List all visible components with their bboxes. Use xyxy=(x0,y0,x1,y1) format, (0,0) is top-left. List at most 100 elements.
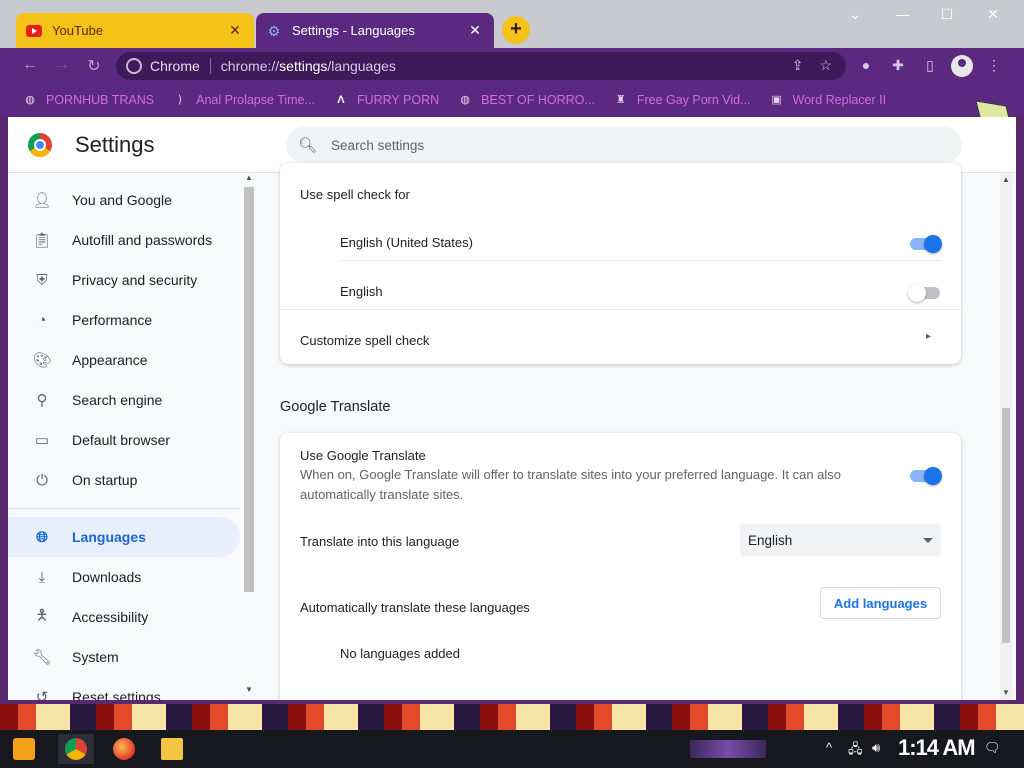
bookmark-item[interactable]: ⟩ Anal Prolapse Time... xyxy=(172,92,315,108)
chrome-logo-icon xyxy=(28,133,52,157)
page-title: Settings xyxy=(75,132,155,157)
bookmark-item[interactable]: ◍ PORNHUB TRANS xyxy=(22,92,154,108)
no-languages-text: No languages added xyxy=(340,646,460,661)
chrome-site-icon xyxy=(126,58,142,74)
minimize-icon[interactable]: — xyxy=(880,6,926,22)
side-panel-icon[interactable]: ▯ xyxy=(920,57,940,77)
address-bar[interactable]: Chrome chrome://settings/languages ⇪ ☆ xyxy=(116,52,846,80)
tab-youtube[interactable]: YouTube ✕ xyxy=(16,13,254,48)
shield-icon: ⛨ xyxy=(36,271,48,289)
sidebar-item-languages[interactable]: 🌐︎ Languages xyxy=(8,517,240,557)
use-google-translate-label: Use Google Translate xyxy=(300,448,426,463)
google-translate-toggle[interactable] xyxy=(910,467,942,485)
use-google-translate-description: When on, Google Translate will offer to … xyxy=(300,467,842,502)
spell-check-heading: Use spell check for xyxy=(300,187,410,202)
tab-search-chevron-icon[interactable]: ⌄ xyxy=(832,6,878,23)
sidebar-item-accessibility[interactable]: 🯅 Accessibility xyxy=(8,597,240,637)
start-button[interactable] xyxy=(6,734,42,764)
taskbar: ^ 🖧︎ 🔊︎ 1:14 AM 🗨︎ xyxy=(0,730,1024,768)
divider xyxy=(280,309,961,310)
sidebar-item-downloads[interactable]: ⤓ Downloads xyxy=(8,557,240,597)
divider xyxy=(8,508,240,509)
reload-icon[interactable]: ↻ xyxy=(82,56,106,76)
menu-kebab-icon[interactable]: ⋮ xyxy=(984,57,1004,77)
scroll-up-icon[interactable]: ▲ xyxy=(245,173,253,182)
sidebar-item-on-startup[interactable]: ⏻ On startup xyxy=(8,460,240,500)
browser-window-icon: ▭ xyxy=(34,432,50,449)
settings-sidebar: 👤︎ You and Google 📋︎ Autofill and password… xyxy=(8,173,254,700)
sidebar-item-you-and-google[interactable]: 👤︎ You and Google xyxy=(8,180,240,220)
extension-avatar-icon[interactable]: ● xyxy=(856,57,876,77)
sidebar-item-autofill[interactable]: 📋︎ Autofill and passwords xyxy=(8,220,240,260)
taskbar-decoration xyxy=(690,740,766,758)
customize-spell-check-link[interactable]: Customize spell check xyxy=(300,333,941,348)
chrome-logo-icon xyxy=(65,738,87,760)
share-icon[interactable]: ⇪ xyxy=(792,57,804,74)
scroll-down-icon[interactable]: ▼ xyxy=(245,685,253,694)
scroll-up-icon[interactable]: ▲ xyxy=(1002,175,1010,184)
spell-check-card: Use spell check for English (United Stat… xyxy=(280,163,961,364)
caret-down-icon xyxy=(923,538,933,543)
chevron-right-icon[interactable]: ▸ xyxy=(926,331,931,342)
download-icon: ⤓ xyxy=(38,568,46,586)
close-window-icon[interactable]: ✕ xyxy=(970,6,1016,23)
gear-icon: ⚙ xyxy=(267,22,281,39)
add-languages-button[interactable]: Add languages xyxy=(820,587,941,619)
sidebar-scrollbar[interactable]: ▲ ▼ xyxy=(244,173,254,700)
site-label: Chrome xyxy=(150,58,200,74)
start-logo-icon xyxy=(13,738,35,760)
scrollbar-thumb[interactable] xyxy=(1002,408,1010,643)
bookmark-item[interactable]: ♜ Free Gay Porn Vid... xyxy=(613,92,751,108)
globe-icon: ◍ xyxy=(460,94,470,106)
sidebar-item-performance[interactable]: ◔ Performance xyxy=(8,300,240,340)
sidebar-item-reset-settings[interactable]: ↺ Reset settings xyxy=(8,677,240,700)
close-icon[interactable]: ✕ xyxy=(226,22,244,39)
bookmark-star-icon[interactable]: ☆ xyxy=(819,57,832,74)
bookmark-item[interactable]: Λ FURRY PORN xyxy=(333,92,439,108)
lambda-logo-icon: Λ xyxy=(337,94,345,106)
person-icon: 👤︎ xyxy=(32,192,52,209)
notification-icon[interactable]: 🗨︎ xyxy=(984,740,1001,756)
search-box[interactable]: 🔍︎ xyxy=(286,127,962,163)
spell-english-us-toggle[interactable] xyxy=(910,235,942,253)
close-icon[interactable]: ✕ xyxy=(466,22,484,39)
taskbar-wallpaper-strip xyxy=(0,704,1024,730)
site-favicon-icon: ♜ xyxy=(615,94,626,106)
maximize-icon[interactable]: ☐ xyxy=(924,6,970,23)
sidebar-item-appearance[interactable]: 🎨︎ Appearance xyxy=(8,340,240,380)
url-text: chrome://settings/languages xyxy=(220,58,396,74)
sidebar-item-system[interactable]: 🔧︎ System xyxy=(8,637,240,677)
settings-main: Use spell check for English (United Stat… xyxy=(280,163,961,700)
tab-settings[interactable]: ⚙ Settings - Languages ✕ xyxy=(256,13,494,48)
taskbar-chrome[interactable] xyxy=(58,734,94,764)
translate-into-select[interactable]: English xyxy=(740,524,941,556)
bookmark-item[interactable]: ◍ BEST OF HORRO... xyxy=(457,92,594,108)
profile-avatar[interactable] xyxy=(951,55,973,77)
network-icon[interactable]: 🖧︎ xyxy=(848,740,863,762)
scrollbar-thumb[interactable] xyxy=(244,187,254,592)
new-tab-button[interactable]: + xyxy=(502,16,530,44)
search-input[interactable] xyxy=(331,137,962,153)
power-icon: ⏻ xyxy=(36,471,48,489)
divider xyxy=(340,260,941,261)
taskbar-clock[interactable]: 1:14 AM xyxy=(898,735,976,761)
back-arrow-icon[interactable]: ← xyxy=(18,56,42,74)
sidebar-item-search-engine[interactable]: ⚲ Search engine xyxy=(8,380,240,420)
bookmark-folder-icon: ⟩ xyxy=(177,94,183,106)
scroll-down-icon[interactable]: ▼ xyxy=(1002,688,1010,697)
google-translate-section-title: Google Translate xyxy=(280,399,391,415)
main-scrollbar[interactable]: ▲ ▼ xyxy=(1000,173,1012,700)
puzzle-extensions-icon[interactable]: ✚ xyxy=(888,57,908,77)
forward-arrow-icon[interactable]: → xyxy=(50,56,74,74)
bookmark-item[interactable]: ▣ Word Replacer II xyxy=(769,92,886,108)
taskbar-file-explorer[interactable] xyxy=(154,734,190,764)
sidebar-item-default-browser[interactable]: ▭ Default browser xyxy=(8,420,240,460)
globe-icon: ◍ xyxy=(25,94,35,106)
chevron-up-icon[interactable]: ^ xyxy=(826,740,832,755)
google-translate-card: Use Google Translate When on, Google Tra… xyxy=(280,433,961,700)
sidebar-item-privacy[interactable]: ⛨ Privacy and security xyxy=(8,260,240,300)
spell-english-toggle[interactable] xyxy=(908,284,940,302)
volume-icon[interactable]: 🔊︎ xyxy=(872,740,880,756)
divider xyxy=(209,58,211,74)
taskbar-firefox[interactable] xyxy=(106,734,142,764)
